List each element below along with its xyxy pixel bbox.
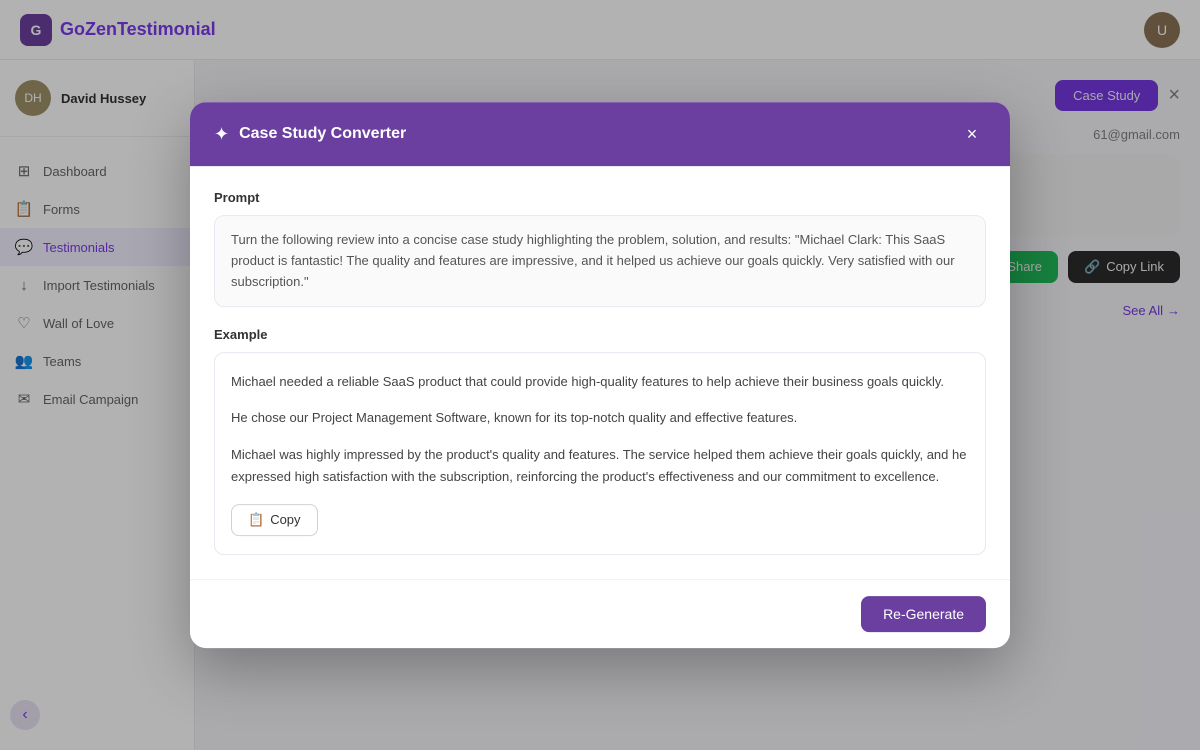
copy-icon: 📋 [248, 512, 264, 528]
prompt-text: Turn the following review into a concise… [231, 230, 969, 292]
prompt-box: Turn the following review into a concise… [214, 215, 986, 307]
modal-title: Case Study Converter [239, 125, 406, 143]
regenerate-button[interactable]: Re-Generate [861, 596, 986, 632]
copy-button[interactable]: 📋 Copy [231, 504, 318, 536]
modal-footer: Re-Generate [190, 579, 1010, 648]
example-para-1: Michael needed a reliable SaaS product t… [231, 372, 969, 394]
example-para-2: He chose our Project Management Software… [231, 408, 969, 430]
example-box: Michael needed a reliable SaaS product t… [214, 353, 986, 555]
modal-body: Prompt Turn the following review into a … [190, 166, 1010, 579]
prompt-label: Prompt [214, 190, 986, 205]
case-study-modal: ✦ Case Study Converter × Prompt Turn the… [190, 102, 1010, 648]
example-para-3: Michael was highly impressed by the prod… [231, 444, 969, 488]
modal-header: ✦ Case Study Converter × [190, 102, 1010, 166]
modal-close-button[interactable]: × [958, 120, 986, 148]
example-label: Example [214, 328, 986, 343]
sparkle-icon: ✦ [214, 124, 229, 145]
